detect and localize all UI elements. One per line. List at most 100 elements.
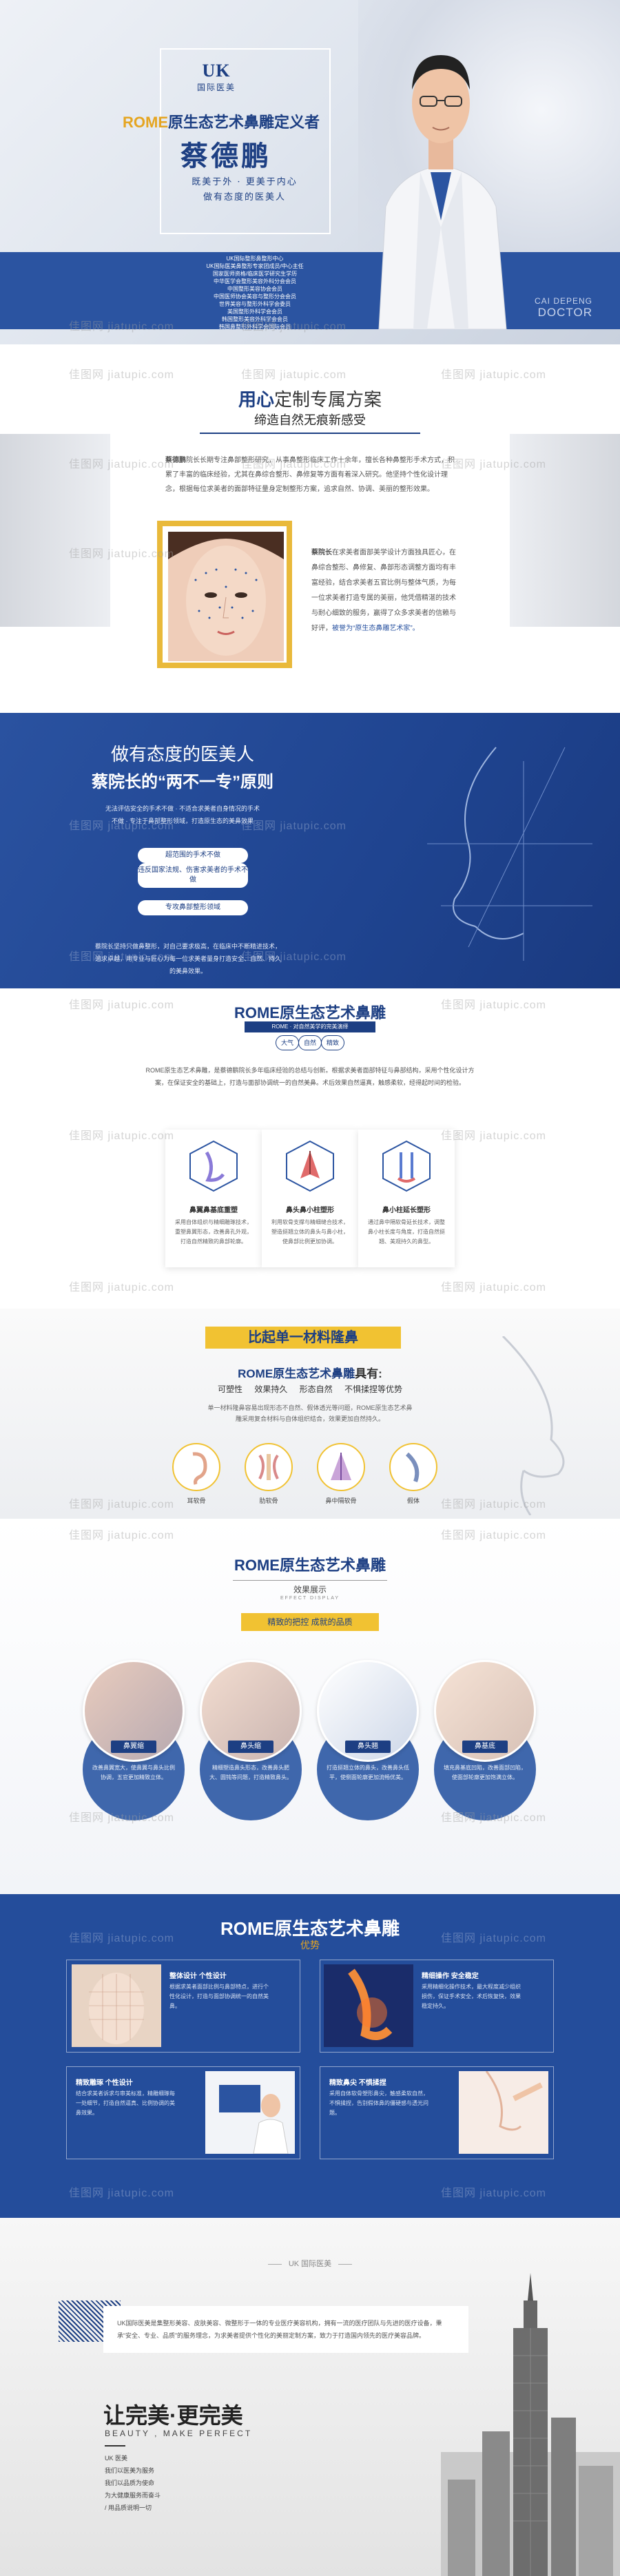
feature-item: 形态自然 (299, 1384, 333, 1394)
face-line-art (427, 747, 592, 961)
material-text: 单一材料隆鼻容易出现形态不自然、假体透光等问题，ROME原生态艺术鼻雕采用复合材… (207, 1404, 413, 1422)
plan-divider (200, 433, 420, 434)
hero-title: ROME原生态艺术鼻雕定义者 (123, 110, 320, 132)
watermark: 佳图网 jiatupic.com (69, 2188, 174, 2199)
watermark: 佳图网 jiatupic.com (69, 548, 174, 560)
hero-title-accent: ROME (123, 114, 168, 131)
doctor-name: 蔡德鹏 (180, 140, 271, 172)
advantages-title-a: ROME原生态 (220, 1918, 328, 1939)
doctor-portrait (378, 55, 507, 329)
effects-banner: 精致的把控 成就的品质 (241, 1613, 379, 1631)
plan-para2-text: 在求美者面部美学设计方面独具匠心，在鼻综合整形、鼻修复、鼻部形态调整方面均有丰富… (311, 549, 456, 632)
about-header: UK 国际医美 (0, 2258, 620, 2269)
watermark: 佳图网 jiatupic.com (69, 1933, 174, 1944)
doctor-consult-photo (205, 2071, 295, 2154)
principle-pill-1: 超范围的手术不做 (138, 848, 248, 863)
advantage-title: 精细操作 安全稳定 (422, 1973, 479, 1980)
watermark: 佳图网 jiatupic.com (69, 1130, 174, 1142)
about-list-item: UK 医美 (105, 2455, 128, 2462)
doctor-en-name: CAI DEPENG (534, 296, 592, 306)
brand-logo-subtext: 国际医美 (196, 83, 236, 92)
about-slogan: 让完美·更完美 (103, 2403, 243, 2428)
material-banner: 比起单一材料隆鼻 (205, 1327, 401, 1349)
rome-intro-section: ROME原生态艺术鼻雕 ROME · 对自然美学的完美演绎 大气 自然 精致 R… (0, 988, 620, 1309)
plan-title-rest: 定制专属方案 (274, 389, 382, 410)
page: UK 国际医美 ROME原生态艺术鼻雕定义者 蔡德鹏 既美于外 · 更美于内心 … (0, 0, 620, 2576)
watermark: 佳图网 jiatupic.com (441, 459, 546, 470)
effect-label: 鼻基底 (462, 1741, 508, 1753)
watermark: 佳图网 jiatupic.com (69, 820, 174, 832)
watermark: 佳图网 jiatupic.com (441, 999, 546, 1011)
watermark: 佳图网 jiatupic.com (441, 2188, 546, 2199)
effects-subtitle-en: EFFECT DISPLAY (280, 1596, 340, 1601)
about-slogan-en: BEAUTY , MAKE PERFECT (105, 2429, 253, 2438)
hero-slogan: 既美于外 · 更美于内心 做有态度的医美人 (186, 175, 303, 205)
watermark: 佳图网 jiatupic.com (241, 369, 347, 381)
implant-icon (389, 1443, 437, 1491)
watermark: 佳图网 jiatupic.com (441, 1499, 546, 1510)
about-list-item: / 用品质说明一切 (105, 2504, 152, 2511)
material-title-blue: ROME原生态艺术鼻雕 (238, 1367, 355, 1380)
plan-title-accent: 用心 (238, 389, 274, 410)
face-mesh-photo (72, 1964, 161, 2047)
nose-touch-photo (459, 2071, 548, 2154)
about-list-item: 我们以医美为服务 (105, 2467, 155, 2474)
hero-title-rest: 原生态艺术鼻雕定义者 (168, 114, 320, 131)
watermark: 佳图网 jiatupic.com (69, 459, 174, 470)
nose-profile-art (502, 1336, 565, 1515)
nose-structure-icon (189, 1140, 238, 1192)
advantage-desc: 采用自体软骨塑形鼻尖，触感柔软自然，不惧揉捏，告别假体鼻的僵硬感与透光问题。 (329, 2090, 428, 2116)
plan-subtitle: 缔造自然无痕新感受 (254, 413, 366, 427)
doctor-en-block: CAI DEPENG DOCTOR (535, 296, 592, 320)
advantage-title: 精致雕琢 个性设计 (76, 2079, 133, 2087)
rome-keyword: 大气 (276, 1035, 299, 1050)
credential-item: 中国整形美容协会会员 (227, 286, 282, 292)
attitude-line2: 蔡院长的“两不一专”原则 (92, 773, 273, 791)
effect-label: 鼻头缩 (228, 1741, 273, 1753)
technique-card: 鼻头鼻小柱塑形 利用软骨支撑与精细缝合技术，塑造挺翘立体的鼻头与鼻小柱，使鼻部比… (262, 1130, 358, 1267)
about-paragraph: UK国际医美是集整形美容、皮肤美容、微整形于一体的专业医疗美容机构，拥有一流的医… (103, 2306, 468, 2353)
watermark: 佳图网 jiatupic.com (69, 1499, 174, 1510)
technique-title: 鼻小柱延长塑形 (382, 1207, 431, 1214)
advantage-title: 精致鼻尖 不惧揉捏 (329, 2079, 386, 2087)
material-section: 比起单一材料隆鼻 ROME原生态艺术鼻雕具有: 可塑性 效果持久 形态自然 不惧… (0, 1309, 620, 1519)
technique-desc: 通过鼻中隔软骨延长技术，调整鼻小柱长度与角度，打造自然挺翘、美观持久的鼻型。 (368, 1219, 445, 1245)
watermark: 佳图网 jiatupic.com (69, 999, 174, 1011)
about-divider (105, 2445, 125, 2447)
technique-card: 鼻翼鼻基底重塑 采用自体组织与精细雕琢技术，重塑鼻翼形态，改善鼻孔外观，打造自然… (165, 1130, 262, 1267)
advantages-section: ROME原生态艺术鼻雕 优势 整体设计 个性设计 根据求美者面部比例与鼻部特点，… (0, 1894, 620, 2218)
skyscraper-image (441, 2273, 620, 2576)
technique-desc: 采用自体组织与精细雕琢技术，重塑鼻翼形态，改善鼻孔外观，打造自然精致的鼻部轮廓。 (175, 1219, 252, 1245)
about-list-item: 为大健康服务而奋斗 (105, 2492, 161, 2499)
watermark: 佳图网 jiatupic.com (441, 369, 546, 381)
watermark: 佳图网 jiatupic.com (69, 1282, 174, 1294)
septum-cartilage-icon (317, 1443, 365, 1491)
credential-item: 美国整形外科学会会员 (227, 309, 282, 315)
about-list: UK 医美 我们以医美为服务 我们以品质为使命 为大健康服务而奋斗 / 用品质说… (105, 2452, 161, 2514)
effect-desc: 打造挺翘立体的鼻头，改善鼻头低平，使侧面轮廓更加流畅优美。 (327, 1765, 409, 1780)
credential-item: UK国际整形鼻整形中心 (226, 256, 284, 262)
credential-item: UK国际医美鼻整形专家团成员/中心主任 (206, 263, 304, 269)
material-label: 耳软骨 (187, 1497, 206, 1504)
advantage-desc: 根据求美者面部比例与鼻部特点，进行个性化设计，打造与面部协调统一的自然美鼻。 (169, 1984, 269, 2009)
brand-logo-mark: UK (202, 61, 231, 81)
effect-label: 鼻头翘 (345, 1741, 391, 1753)
watermark: 佳图网 jiatupic.com (69, 321, 174, 333)
technique-desc: 利用软骨支撑与精细缝合技术，塑造挺翘立体的鼻头与鼻小柱，使鼻部比例更加协调。 (271, 1219, 349, 1245)
advantages-title-b: 艺术鼻雕 (328, 1918, 400, 1939)
feature-item: 不惧揉捏等优势 (344, 1384, 403, 1394)
face-analysis-photo (168, 532, 284, 661)
nose-cartilage-icon (286, 1140, 334, 1192)
effects-subtitle: 效果展示 (293, 1585, 327, 1595)
custom-plan-section: 用心定制专属方案 缔造自然无痕新感受 蔡德鹏院长长期专注鼻部整形研究，从事鼻整形… (0, 344, 620, 713)
feature-item: 效果持久 (254, 1384, 288, 1394)
watermark: 佳图网 jiatupic.com (441, 1130, 546, 1142)
effect-desc: 精细塑造鼻头形态，改善鼻头肥大、圆钝等问题，打造精致鼻头。 (209, 1765, 292, 1780)
about-section: UK 国际医美 UK国际医美是集整形美容、皮肤美容、微整形于一体的专业医疗美容机… (0, 2218, 620, 2576)
hero-section: UK 国际医美 ROME原生态艺术鼻雕定义者 蔡德鹏 既美于外 · 更美于内心 … (0, 0, 620, 344)
advantage-desc: 采用精细化操作技术，最大程度减少组织损伤，保证手术安全，术后恢复快，效果稳定持久… (422, 1984, 521, 2009)
feature-item: 可塑性 (217, 1384, 242, 1394)
nose-columella-icon (382, 1140, 431, 1192)
watermark: 佳图网 jiatupic.com (441, 1933, 546, 1944)
technique-title: 鼻头鼻小柱塑形 (286, 1207, 334, 1214)
